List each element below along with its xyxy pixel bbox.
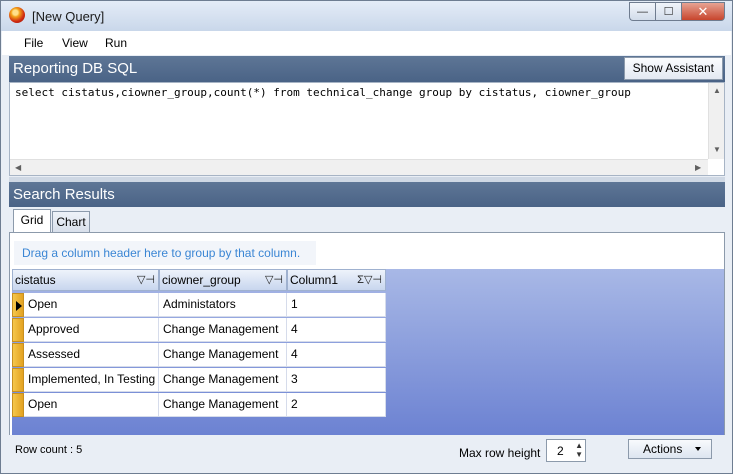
show-assistant-button[interactable]: Show Assistant — [623, 57, 723, 80]
cell-ciowner-group[interactable]: Change Management — [159, 318, 287, 342]
scroll-right-icon[interactable]: ▶ — [695, 163, 701, 172]
sum-icon[interactable]: Σ — [357, 274, 364, 286]
table-row[interactable]: Open Change Management 2 — [12, 393, 386, 417]
minimize-button[interactable]: — — [629, 2, 655, 21]
close-button[interactable]: ✕ — [681, 2, 725, 21]
results-tabs: Grid Chart — [9, 207, 725, 233]
column-header-label: cistatus — [15, 273, 56, 287]
cell-column1[interactable]: 3 — [287, 368, 386, 392]
menu-run[interactable]: Run — [105, 36, 127, 50]
table-row[interactable]: Open Administators 1 — [12, 293, 386, 317]
query-window: [New Query] — ☐ ✕ File View Run Reportin… — [0, 0, 733, 474]
row-count: Row count : 5 — [15, 444, 83, 456]
sql-query-text[interactable]: select cistatus,ciowner_group,count(*) f… — [15, 86, 631, 99]
results-panel-header: Search Results — [9, 182, 725, 207]
scroll-down-icon[interactable]: ▼ — [713, 145, 721, 154]
table-row[interactable]: Implemented, In Testing Change Managemen… — [12, 368, 386, 392]
group-by-area[interactable]: Drag a column header here to group by th… — [12, 235, 722, 269]
tab-grid[interactable]: Grid — [13, 209, 51, 233]
menu-bar: File View Run — [2, 31, 731, 55]
cell-cistatus[interactable]: Approved — [24, 318, 159, 342]
cell-column1[interactable]: 1 — [287, 293, 386, 317]
sql-vertical-scrollbar[interactable]: ▲ ▼ — [708, 83, 724, 159]
pin-icon[interactable]: ⊣ — [273, 274, 283, 286]
window-controls: — ☐ ✕ — [629, 2, 725, 22]
maximize-button[interactable]: ☐ — [655, 2, 681, 21]
scroll-left-icon[interactable]: ◀ — [15, 163, 21, 172]
actions-button[interactable]: Actions — [628, 439, 712, 459]
max-row-height-label: Max row height — [459, 446, 541, 460]
column-header-icons: ▽⊣ — [137, 270, 155, 290]
stepper-up-icon[interactable]: ▲ — [575, 441, 583, 450]
sql-panel-title: Reporting DB SQL — [13, 60, 138, 77]
current-row-icon — [16, 301, 22, 311]
cell-column1[interactable]: 4 — [287, 343, 386, 367]
table-row[interactable]: Approved Change Management 4 — [12, 318, 386, 342]
cell-cistatus[interactable]: Open — [24, 293, 159, 317]
cell-cistatus[interactable]: Assessed — [24, 343, 159, 367]
menu-file[interactable]: File — [24, 36, 43, 50]
results-panel-title: Search Results — [13, 186, 115, 203]
sql-editor[interactable]: select cistatus,ciowner_group,count(*) f… — [9, 82, 725, 176]
max-row-height-stepper[interactable]: 2 ▲ ▼ — [546, 439, 586, 462]
stepper-down-icon[interactable]: ▼ — [575, 450, 583, 459]
window-title: [New Query] — [32, 9, 105, 24]
cell-cistatus[interactable]: Open — [24, 393, 159, 417]
results-grid: cistatus ▽⊣ ciowner_group ▽⊣ Column1 Σ▽⊣ — [12, 269, 724, 435]
chevron-down-icon — [695, 447, 701, 451]
pin-icon[interactable]: ⊣ — [145, 274, 155, 286]
row-selector[interactable] — [12, 293, 24, 317]
cell-column1[interactable]: 4 — [287, 318, 386, 342]
cell-ciowner-group[interactable]: Change Management — [159, 343, 287, 367]
status-bar: Row count : 5 Max row height 2 ▲ ▼ Actio… — [2, 435, 731, 473]
max-row-height-value[interactable]: 2 — [557, 444, 564, 458]
row-selector[interactable] — [12, 343, 24, 367]
column-header-ciowner-group[interactable]: ciowner_group ▽⊣ — [159, 269, 287, 291]
sql-panel-header: Reporting DB SQL Show Assistant — [9, 56, 725, 82]
pin-icon[interactable]: ⊣ — [372, 274, 382, 286]
cell-ciowner-group[interactable]: Administators — [159, 293, 287, 317]
tab-chart[interactable]: Chart — [52, 211, 90, 233]
app-icon — [9, 7, 25, 23]
column-header-label: Column1 — [290, 273, 339, 287]
table-row[interactable]: Assessed Change Management 4 — [12, 343, 386, 367]
column-header-icons: ▽⊣ — [265, 270, 283, 290]
results-grid-panel: Drag a column header here to group by th… — [9, 232, 725, 435]
cell-ciowner-group[interactable]: Change Management — [159, 368, 287, 392]
cell-cistatus[interactable]: Implemented, In Testing — [24, 368, 159, 392]
column-header-label: ciowner_group — [162, 273, 241, 287]
title-bar[interactable]: [New Query] — ☐ ✕ — [1, 1, 732, 31]
actions-label: Actions — [643, 442, 683, 456]
row-selector[interactable] — [12, 368, 24, 392]
scroll-up-icon[interactable]: ▲ — [713, 86, 721, 95]
row-selector[interactable] — [12, 393, 24, 417]
sql-horizontal-scrollbar[interactable]: ◀ ▶ — [10, 159, 708, 175]
menu-view[interactable]: View — [62, 36, 88, 50]
cell-column1[interactable]: 2 — [287, 393, 386, 417]
row-selector[interactable] — [12, 318, 24, 342]
group-by-hint: Drag a column header here to group by th… — [14, 241, 317, 265]
column-header-icons: Σ▽⊣ — [357, 270, 382, 290]
column-header-column1[interactable]: Column1 Σ▽⊣ — [287, 269, 386, 291]
column-header-cistatus[interactable]: cistatus ▽⊣ — [12, 269, 159, 291]
stepper-arrows: ▲ ▼ — [575, 441, 583, 459]
cell-ciowner-group[interactable]: Change Management — [159, 393, 287, 417]
